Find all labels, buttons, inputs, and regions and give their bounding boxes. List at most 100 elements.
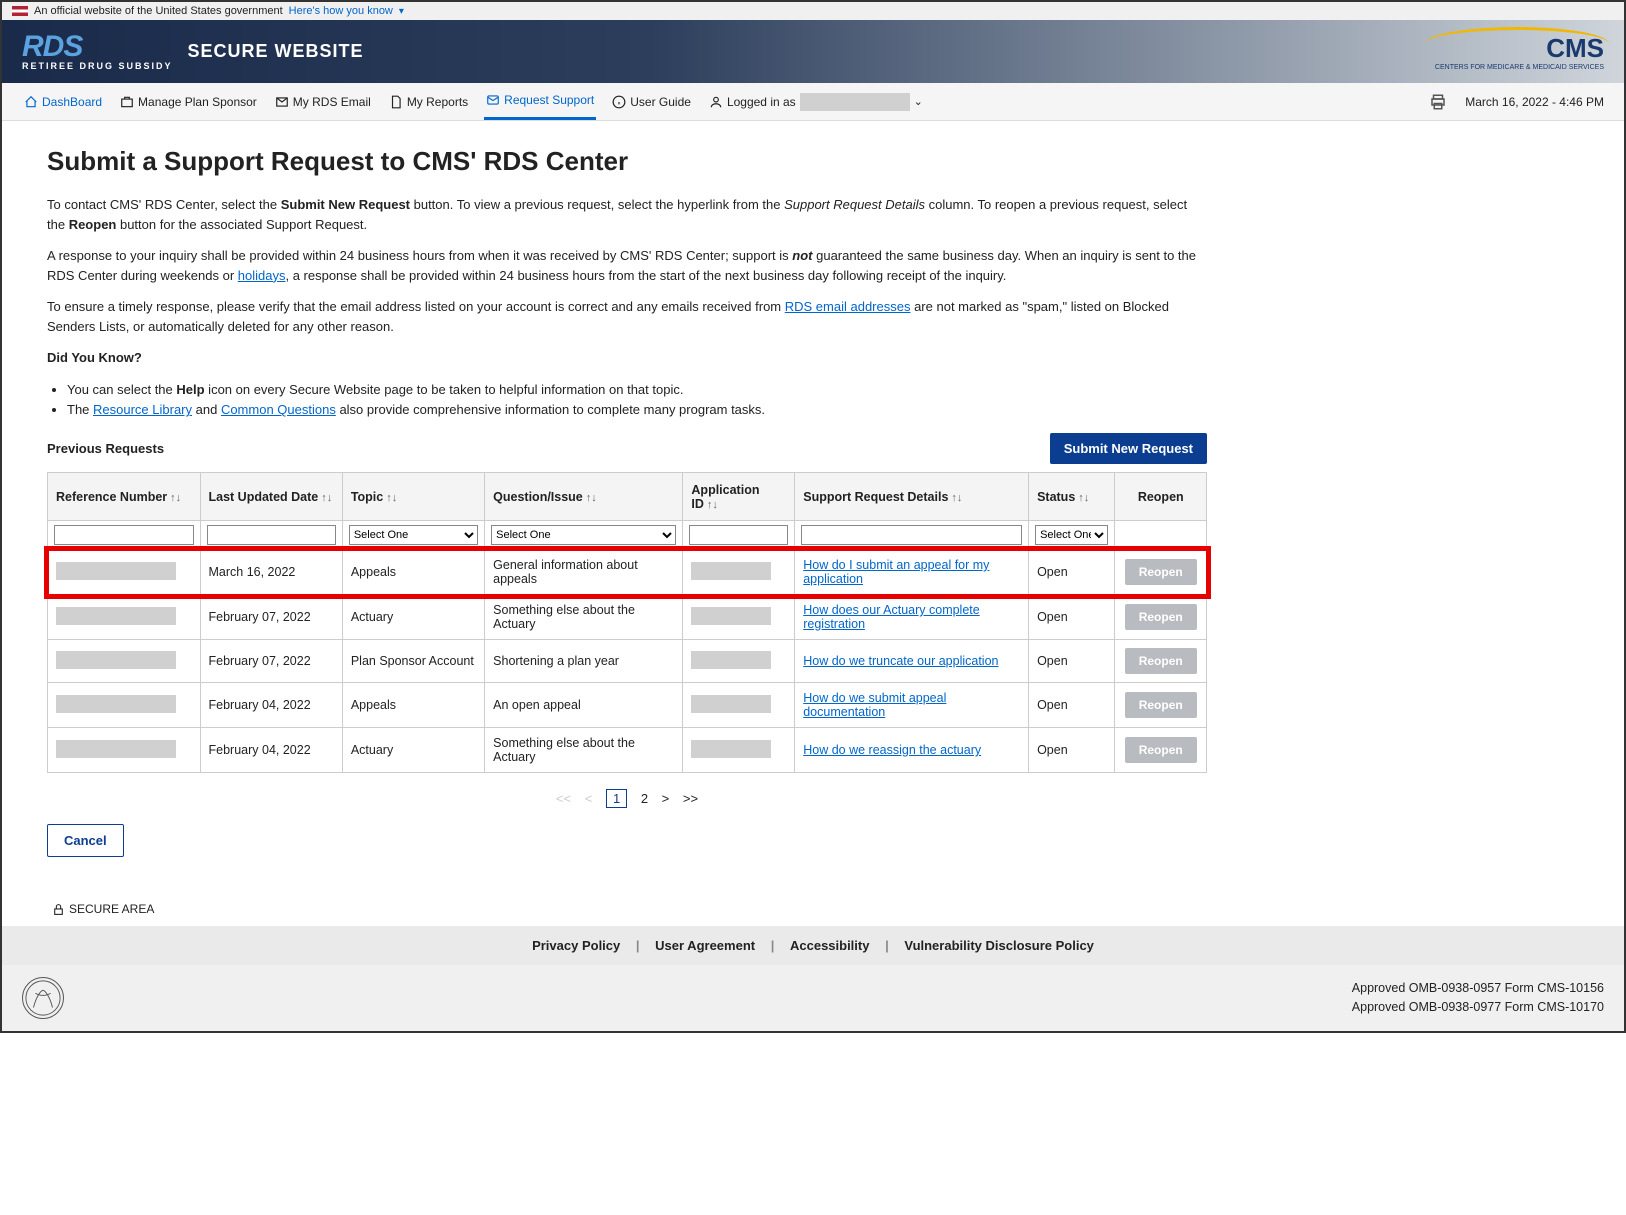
- details-link[interactable]: How do we submit appeal documentation: [803, 691, 946, 719]
- requests-table: Reference Number↑↓ Last Updated Date↑↓ T…: [47, 472, 1207, 773]
- page-1[interactable]: 1: [606, 789, 627, 808]
- cell-status: Open: [1029, 550, 1115, 595]
- footer-links: Privacy Policy | User Agreement | Access…: [2, 926, 1624, 965]
- reopen-button[interactable]: Reopen: [1125, 648, 1197, 674]
- did-you-know: Did You Know?: [47, 348, 1207, 368]
- filter-question-select[interactable]: Select One: [491, 525, 676, 545]
- privacy-link[interactable]: Privacy Policy: [532, 938, 620, 953]
- cell-date: February 07, 2022: [200, 640, 342, 683]
- th-date[interactable]: Last Updated Date↑↓: [200, 473, 342, 521]
- page-last[interactable]: >>: [683, 791, 698, 806]
- nav-support[interactable]: Request Support: [484, 83, 596, 120]
- accessibility-link[interactable]: Accessibility: [790, 938, 870, 953]
- reopen-button[interactable]: Reopen: [1125, 604, 1197, 630]
- us-flag-icon: [12, 6, 28, 16]
- mail-icon: [275, 95, 289, 109]
- cell-topic: Actuary: [342, 728, 484, 773]
- vulnerability-link[interactable]: Vulnerability Disclosure Policy: [904, 938, 1094, 953]
- page-title: Submit a Support Request to CMS' RDS Cen…: [47, 146, 1207, 177]
- filter-date-input[interactable]: [207, 525, 336, 545]
- table-row: March 16, 2022AppealsGeneral information…: [48, 550, 1207, 595]
- cell-status: Open: [1029, 683, 1115, 728]
- nav-logged-in[interactable]: Logged in as ⌄: [707, 83, 925, 120]
- details-link[interactable]: How does our Actuary complete registrati…: [803, 603, 979, 631]
- sort-icon: ↑↓: [707, 499, 718, 511]
- nav-bar: DashBoard Manage Plan Sponsor My RDS Ema…: [2, 83, 1624, 121]
- gov-link[interactable]: Here's how you know: [289, 5, 393, 17]
- cell-status: Open: [1029, 640, 1115, 683]
- gov-banner: An official website of the United States…: [2, 2, 1624, 20]
- filter-app-input[interactable]: [689, 525, 788, 545]
- table-row: February 07, 2022Plan Sponsor AccountSho…: [48, 640, 1207, 683]
- page-first: <<: [556, 791, 571, 806]
- brand-bar: RDS RETIREE DRUG SUBSIDY SECURE WEBSITE …: [2, 20, 1624, 83]
- cms-logo: CMS: [1435, 33, 1604, 64]
- details-link[interactable]: How do we reassign the actuary: [803, 743, 981, 757]
- rds-email-link[interactable]: RDS email addresses: [785, 299, 911, 314]
- th-reference[interactable]: Reference Number↑↓: [48, 473, 201, 521]
- reopen-button[interactable]: Reopen: [1125, 737, 1197, 763]
- home-icon: [24, 95, 38, 109]
- filter-topic-select[interactable]: Select One: [349, 525, 478, 545]
- page-2[interactable]: 2: [641, 791, 648, 806]
- common-questions-link[interactable]: Common Questions: [221, 402, 336, 417]
- filter-reference-input[interactable]: [54, 525, 194, 545]
- lock-icon: [52, 903, 65, 916]
- print-icon[interactable]: [1429, 93, 1447, 111]
- ref-redacted: [56, 695, 176, 713]
- holidays-link[interactable]: holidays: [238, 268, 286, 283]
- page-prev: <: [585, 791, 593, 806]
- table-row: February 04, 2022AppealsAn open appealHo…: [48, 683, 1207, 728]
- th-app-id[interactable]: Application ID↑↓: [683, 473, 795, 521]
- cell-status: Open: [1029, 595, 1115, 640]
- table-row: February 07, 2022ActuarySomething else a…: [48, 595, 1207, 640]
- filter-details-input[interactable]: [801, 525, 1022, 545]
- details-link[interactable]: How do I submit an appeal for my applica…: [803, 558, 989, 586]
- cell-topic: Plan Sponsor Account: [342, 640, 484, 683]
- user-agreement-link[interactable]: User Agreement: [655, 938, 755, 953]
- sort-icon: ↑↓: [951, 492, 962, 504]
- cms-sub: CENTERS FOR MEDICARE & MEDICAID SERVICES: [1435, 64, 1604, 71]
- page-next[interactable]: >: [662, 791, 670, 806]
- rds-logo: RDS RETIREE DRUG SUBSIDY: [22, 32, 173, 71]
- intro-p3: To ensure a timely response, please veri…: [47, 297, 1207, 336]
- secure-area-label: SECURE AREA: [2, 902, 1624, 926]
- sort-icon: ↑↓: [1078, 492, 1089, 504]
- cell-question: Shortening a plan year: [485, 640, 683, 683]
- submit-new-request-button[interactable]: Submit New Request: [1050, 433, 1207, 464]
- timestamp: March 16, 2022 - 4:46 PM: [1465, 95, 1604, 109]
- ref-redacted: [56, 562, 176, 580]
- th-status[interactable]: Status↑↓: [1029, 473, 1115, 521]
- reopen-button[interactable]: Reopen: [1125, 692, 1197, 718]
- nav-dashboard[interactable]: DashBoard: [22, 83, 104, 120]
- th-topic[interactable]: Topic↑↓: [342, 473, 484, 521]
- app-redacted: [691, 740, 771, 758]
- mail-icon: [486, 93, 500, 107]
- briefcase-icon: [120, 95, 134, 109]
- sort-icon: ↑↓: [170, 492, 181, 504]
- chevron-down-icon[interactable]: ▾: [399, 6, 404, 17]
- details-link[interactable]: How do we truncate our application: [803, 654, 998, 668]
- nav-manage[interactable]: Manage Plan Sponsor: [118, 83, 259, 120]
- nav-email[interactable]: My RDS Email: [273, 83, 373, 120]
- cell-question: Something else about the Actuary: [485, 728, 683, 773]
- sort-icon: ↑↓: [386, 492, 397, 504]
- cell-date: February 07, 2022: [200, 595, 342, 640]
- cell-question: General information about appeals: [485, 550, 683, 595]
- app-redacted: [691, 607, 771, 625]
- cancel-button[interactable]: Cancel: [47, 824, 124, 857]
- reopen-button[interactable]: Reopen: [1125, 559, 1197, 585]
- th-details[interactable]: Support Request Details↑↓: [795, 473, 1029, 521]
- th-question[interactable]: Question/Issue↑↓: [485, 473, 683, 521]
- user-icon: [709, 95, 723, 109]
- nav-guide[interactable]: User Guide: [610, 83, 693, 120]
- app-redacted: [691, 695, 771, 713]
- dyk-item-2: The Resource Library and Common Question…: [67, 400, 1207, 421]
- filter-status-select[interactable]: Select One: [1035, 525, 1108, 545]
- pagination: << < 1 2 > >>: [47, 791, 1207, 806]
- cell-date: March 16, 2022: [200, 550, 342, 595]
- nav-reports[interactable]: My Reports: [387, 83, 470, 120]
- footer-bottom: Approved OMB-0938-0957 Form CMS-10156 Ap…: [2, 965, 1624, 1031]
- cell-question: An open appeal: [485, 683, 683, 728]
- resource-library-link[interactable]: Resource Library: [93, 402, 192, 417]
